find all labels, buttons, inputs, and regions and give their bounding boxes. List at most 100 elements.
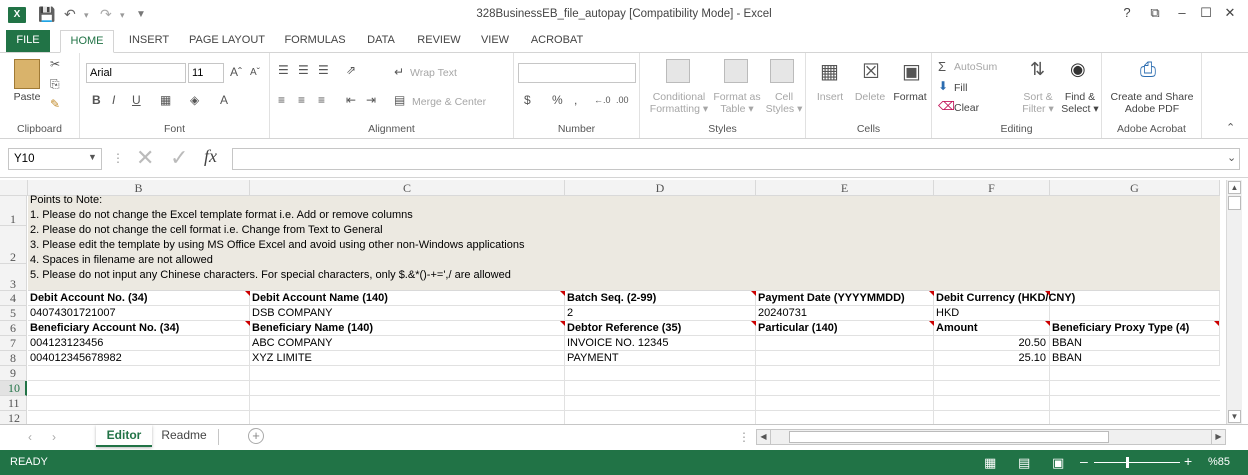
insert-button[interactable]: Insert [812,91,848,103]
column-header-f[interactable]: F [934,180,1050,196]
decrease-decimal-icon[interactable]: .00 [616,95,629,105]
select-all-corner[interactable] [0,180,28,196]
middle-align-icon[interactable]: ☰ [298,63,309,77]
format-cells-icon[interactable]: ▣ [902,59,921,84]
tab-formulas[interactable]: FORMULAS [280,30,350,52]
row-header-3[interactable]: 3 [0,264,27,291]
italic-button[interactable]: I [112,93,115,107]
find-select-button[interactable]: Find & Select ▾ [1058,91,1102,115]
autosum-button[interactable]: AutoSum [954,61,997,73]
format-button[interactable]: Format [890,91,930,103]
cell-e8[interactable] [756,351,934,366]
row-header-12[interactable]: 12 [0,411,27,424]
vertical-scroll-thumb[interactable] [1228,196,1241,210]
cell-d7[interactable]: INVOICE NO. 12345 [565,336,756,351]
row-header-10[interactable]: 10 [0,381,27,396]
copy-icon[interactable]: ⎘ [50,77,60,92]
comment-indicator[interactable] [560,321,565,326]
cell-b4[interactable]: Debit Account No. (34) [28,291,250,306]
tab-insert[interactable]: INSERT [124,30,174,52]
decrease-indent-icon[interactable]: ⇤ [346,93,356,107]
normal-view-icon[interactable]: ▦ [984,455,996,471]
scroll-left-icon[interactable]: ◀ [757,430,771,444]
scroll-down-icon[interactable]: ▼ [1228,410,1241,423]
underline-button[interactable]: U [132,93,141,107]
empty-rows[interactable] [28,366,1220,424]
collapse-ribbon-icon[interactable]: ⌃ [1226,121,1235,134]
top-align-icon[interactable]: ☰ [278,63,289,77]
increase-decimal-icon[interactable]: ←.0 [594,95,611,105]
percent-button[interactable]: % [552,93,563,107]
cell-styles-icon[interactable] [770,59,794,83]
column-header-e[interactable]: E [756,180,934,196]
cell-d6[interactable]: Debtor Reference (35) [565,321,756,336]
help-icon[interactable]: ? [1117,5,1137,20]
merge-center-button[interactable]: Merge & Center [412,96,486,108]
comment-indicator[interactable] [751,321,756,326]
wrap-text-icon[interactable]: ↵ [394,65,404,79]
page-layout-view-icon[interactable]: ▤ [1018,455,1030,471]
prev-sheet-icon[interactable]: ‹ [28,430,32,444]
paste-icon[interactable] [14,59,40,89]
comment-indicator[interactable] [245,321,250,326]
page-break-view-icon[interactable]: ▣ [1052,455,1064,471]
vertical-scrollbar[interactable]: ▲ ▼ [1226,180,1242,424]
font-name-select[interactable]: Arial [86,63,186,83]
row-header-11[interactable]: 11 [0,396,27,411]
row-header-9[interactable]: 9 [0,366,27,381]
comment-indicator[interactable] [1045,291,1050,296]
align-left-icon[interactable]: ≡ [278,93,285,107]
fill-color-icon[interactable]: ◈ [190,93,199,107]
wrap-text-button[interactable]: Wrap Text [410,67,457,79]
cell-b6[interactable]: Beneficiary Account No. (34) [28,321,250,336]
font-size-select[interactable]: 11 [188,63,224,83]
cancel-entry-icon[interactable]: ✕ [136,145,154,171]
fill-icon[interactable]: ⬇ [938,79,948,93]
cell-d4[interactable]: Batch Seq. (2-99) [565,291,756,306]
cell-e5[interactable]: 20240731 [756,306,934,321]
enter-entry-icon[interactable]: ✓ [170,145,188,171]
comment-indicator[interactable] [245,291,250,296]
scroll-up-icon[interactable]: ▲ [1228,181,1241,194]
zoom-out-icon[interactable]: – [1080,453,1088,469]
cell-styles-button[interactable]: Cell Styles ▾ [764,91,804,115]
next-sheet-icon[interactable]: › [52,430,56,444]
row-header-2[interactable]: 2 [0,226,27,264]
sheet-tab-readme[interactable]: Readme [156,425,212,447]
worksheet-grid[interactable]: B C D E F G 1 2 3 4 5 6 7 8 9 10 11 12 P… [0,180,1248,424]
align-right-icon[interactable]: ≡ [318,93,325,107]
cell-b7[interactable]: 004123123456 [28,336,250,351]
sort-filter-icon[interactable]: ⇅ [1030,59,1045,80]
cell-c5[interactable]: DSB COMPANY [250,306,565,321]
borders-icon[interactable]: ▦ [160,93,171,107]
cell-f8[interactable]: 25.10 [934,351,1050,366]
cell-g7[interactable]: BBAN [1050,336,1220,351]
clear-icon[interactable]: ⌫ [938,99,955,113]
cell-f5[interactable]: HKD [934,306,1050,321]
tab-file[interactable]: FILE [6,30,50,52]
fill-button[interactable]: Fill [954,82,967,94]
row-header-6[interactable]: 6 [0,321,27,336]
cell-c7[interactable]: ABC COMPANY [250,336,565,351]
comment-indicator[interactable] [560,291,565,296]
conditional-formatting-button[interactable]: Conditional Formatting ▾ [644,91,714,115]
cell-b5[interactable]: 04074301721007 [28,306,250,321]
bottom-align-icon[interactable]: ☰ [318,63,329,77]
create-pdf-icon[interactable]: ⎙ [1140,59,1156,82]
tab-page-layout[interactable]: PAGE LAYOUT [184,30,270,52]
binoculars-icon[interactable]: ◉ [1070,59,1086,80]
cell-d5[interactable]: 2 [565,306,756,321]
close-icon[interactable]: ✕ [1220,5,1240,21]
align-center-icon[interactable]: ≡ [298,93,305,107]
maximize-icon[interactable]: ☐ [1196,5,1216,21]
comment-indicator[interactable] [1214,321,1219,326]
format-as-table-icon[interactable] [724,59,748,83]
cell-f6[interactable]: Amount [934,321,1050,336]
ribbon-display-icon[interactable]: ⧉ [1145,5,1165,21]
minimize-icon[interactable]: – [1172,5,1192,20]
insert-function-icon[interactable]: fx [204,146,217,167]
name-box-dropdown-icon[interactable]: ▼ [88,152,97,162]
cell-e6[interactable]: Particular (140) [756,321,934,336]
cell-c6[interactable]: Beneficiary Name (140) [250,321,565,336]
create-pdf-button[interactable]: Create and Share Adobe PDF [1102,91,1202,115]
